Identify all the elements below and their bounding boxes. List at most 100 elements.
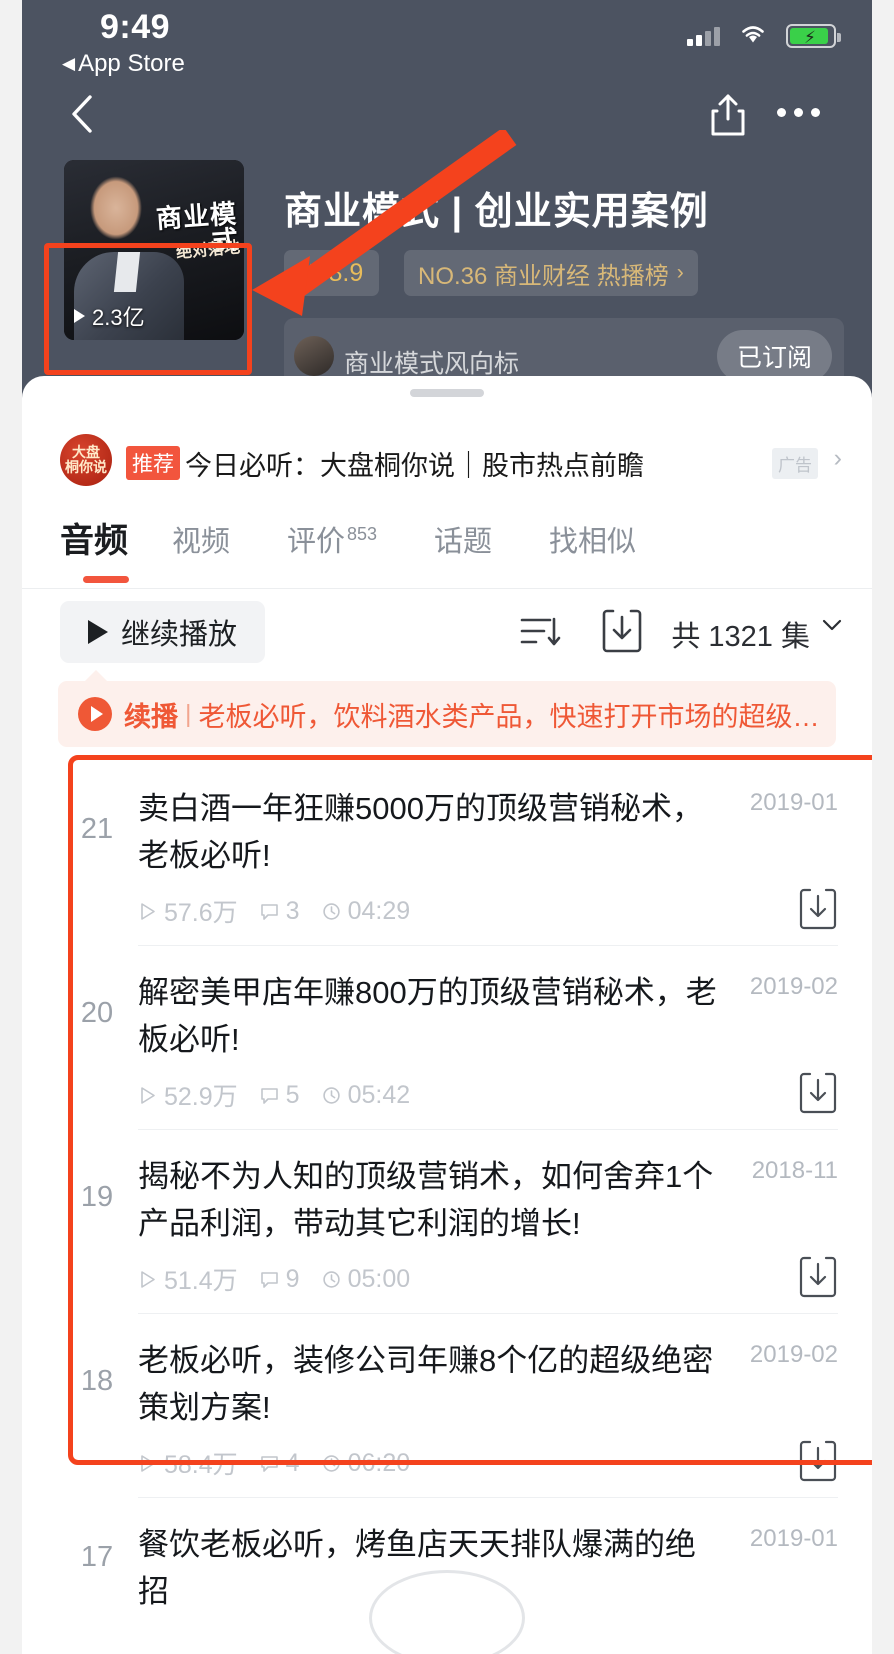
episode-plays-value: 57.6万 — [164, 893, 238, 929]
episode-title: 解密美甲店年赚800万的顶级营销秘术，老板必听! — [138, 969, 726, 1063]
episode-plays-value: 52.9万 — [164, 1077, 238, 1113]
chevron-right-icon: › — [677, 261, 684, 285]
sheet-drag-handle[interactable] — [410, 389, 484, 397]
chevron-left-icon[interactable] — [66, 92, 100, 136]
status-time: 9:49 — [100, 8, 170, 47]
episode-meta: 52.9万 5 05:42 — [138, 1077, 872, 1113]
ad-logo-line1: 大盘 — [72, 445, 100, 460]
sort-icon[interactable] — [518, 611, 562, 653]
episode-duration-value: 06:20 — [348, 1449, 411, 1478]
back-triangle-icon: ◀ — [62, 54, 75, 74]
episode-plays-value: 58.4万 — [164, 1445, 238, 1481]
album-cover[interactable]: 商业模式 绝对落地 2.3亿 — [64, 160, 244, 340]
download-icon[interactable] — [798, 1439, 838, 1483]
ad-tag-badge: 推荐 — [126, 446, 180, 480]
rating-badge: ★ 8.9 — [284, 250, 379, 296]
play-triangle-icon — [88, 620, 108, 644]
episode-plays: 51.4万 — [138, 1261, 238, 1297]
table-row[interactable]: 18 老板必听，装修公司年赚8个亿的超级绝密策划方案! 2019-02 58.4… — [22, 1313, 872, 1497]
episode-count-label[interactable]: 共 1321 集 — [671, 613, 810, 655]
episode-comments: 3 — [260, 897, 300, 926]
author-name: 商业模式风向标 — [344, 344, 519, 380]
episode-date: 2019-01 — [750, 789, 838, 817]
download-icon[interactable] — [798, 887, 838, 931]
clock-icon — [322, 1454, 341, 1473]
ad-logo-icon: 大盘 桐你说 — [60, 434, 112, 486]
resume-playback-banner[interactable]: 续播 | 老板必听，饮料酒水类产品，快速打开市场的超级… — [58, 681, 836, 747]
page-right-margin — [872, 0, 894, 1654]
play-circle-icon — [78, 697, 112, 731]
rating-value: 8.9 — [329, 259, 364, 288]
episode-list: 21 卖白酒一年狂赚5000万的顶级营销秘术，老板必听! 2019-01 57.… — [22, 761, 872, 1631]
tab-topics-label: 话题 — [434, 526, 492, 558]
phone-screen: 9:49 ◀App Store ⚡ 商业模式 绝 — [22, 0, 872, 1654]
episode-date: 2019-01 — [750, 1525, 838, 1553]
episode-duration-value: 05:00 — [348, 1265, 411, 1294]
ad-text: 今日必听：大盘桐你说｜股市热点前瞻 — [185, 444, 644, 483]
tab-audio[interactable]: 音频 — [60, 513, 128, 562]
episode-plays: 58.4万 — [138, 1445, 238, 1481]
subscribe-button[interactable]: 已订阅 — [717, 330, 832, 382]
table-row[interactable]: 20 解密美甲店年赚800万的顶级营销秘术，老板必听! 2019-02 52.9… — [22, 945, 872, 1129]
episode-comments-value: 3 — [286, 897, 300, 926]
episode-comments-value: 4 — [286, 1449, 300, 1478]
table-row[interactable]: 21 卖白酒一年狂赚5000万的顶级营销秘术，老板必听! 2019-01 57.… — [22, 761, 872, 945]
tab-bar: 音频 视频 评价853 话题 找相似 — [22, 508, 872, 589]
rank-badge[interactable]: NO.36 商业财经 热播榜 › — [404, 250, 698, 296]
battery-charging-icon: ⚡ — [786, 24, 836, 48]
episode-plays: 57.6万 — [138, 893, 238, 929]
tab-audio-label: 音频 — [60, 522, 128, 560]
episode-plays: 52.9万 — [138, 1077, 238, 1113]
episode-comments-value: 9 — [286, 1265, 300, 1294]
episode-title: 揭秘不为人知的顶级营销术，如何舍弃1个产品利润，带动其它利润的增长! — [138, 1153, 726, 1247]
back-to-app-store-link[interactable]: ◀App Store — [62, 50, 185, 78]
tab-similar[interactable]: 找相似 — [549, 518, 636, 560]
episode-comments-value: 5 — [286, 1081, 300, 1110]
episode-comments: 4 — [260, 1449, 300, 1478]
resume-episode-title: 老板必听，饮料酒水类产品，快速打开市场的超级… — [199, 695, 820, 734]
cover-play-count: 2.3亿 — [74, 300, 145, 332]
episode-plays-value: 51.4万 — [164, 1261, 238, 1297]
back-app-label: App Store — [78, 50, 185, 77]
ad-mark-badge: 广告 — [772, 448, 818, 479]
comment-icon — [260, 902, 279, 921]
more-dots-icon[interactable] — [777, 108, 820, 117]
tab-reviews-label: 评价 — [287, 526, 345, 558]
episode-date: 2019-02 — [750, 973, 838, 1001]
episode-duration-value: 04:29 — [348, 897, 411, 926]
tab-video[interactable]: 视频 — [172, 518, 230, 560]
ad-logo-line2: 桐你说 — [65, 460, 107, 475]
episode-date: 2019-02 — [750, 1341, 838, 1369]
resume-label: 续播 — [124, 695, 178, 734]
episode-index: 18 — [66, 1365, 128, 1398]
playback-control-row: 继续播放 共 1321 集 — [22, 589, 872, 675]
wifi-icon — [738, 22, 768, 46]
download-icon[interactable] — [798, 1255, 838, 1299]
chevron-down-icon[interactable] — [822, 619, 842, 631]
episode-duration: 05:42 — [322, 1081, 411, 1110]
download-icon[interactable] — [798, 1071, 838, 1115]
play-triangle-icon — [138, 1086, 157, 1105]
download-all-icon[interactable] — [600, 607, 644, 655]
table-row[interactable]: 19 揭秘不为人知的顶级营销术，如何舍弃1个产品利润，带动其它利润的增长! 20… — [22, 1129, 872, 1313]
play-triangle-icon — [138, 1454, 157, 1473]
episode-duration: 06:20 — [322, 1449, 411, 1478]
episode-duration-value: 05:42 — [348, 1081, 411, 1110]
author-avatar — [294, 336, 334, 376]
resume-caret — [84, 670, 108, 682]
tab-reviews-count: 853 — [347, 524, 377, 544]
episode-meta: 57.6万 3 04:29 — [138, 893, 872, 929]
continue-play-button[interactable]: 继续播放 — [60, 601, 265, 663]
comment-icon — [260, 1270, 279, 1289]
star-icon: ★ — [300, 259, 322, 288]
tab-video-label: 视频 — [172, 526, 230, 558]
share-icon[interactable] — [708, 92, 748, 138]
resume-separator: | — [185, 700, 192, 729]
tab-topics[interactable]: 话题 — [434, 518, 492, 560]
episode-comments: 5 — [260, 1081, 300, 1110]
play-triangle-icon — [138, 902, 157, 921]
comment-icon — [260, 1454, 279, 1473]
tab-similar-label: 找相似 — [549, 526, 636, 558]
tab-reviews[interactable]: 评价853 — [287, 518, 377, 560]
ad-banner[interactable]: 大盘 桐你说 推荐 今日必听：大盘桐你说｜股市热点前瞻 广告 › — [22, 412, 872, 506]
